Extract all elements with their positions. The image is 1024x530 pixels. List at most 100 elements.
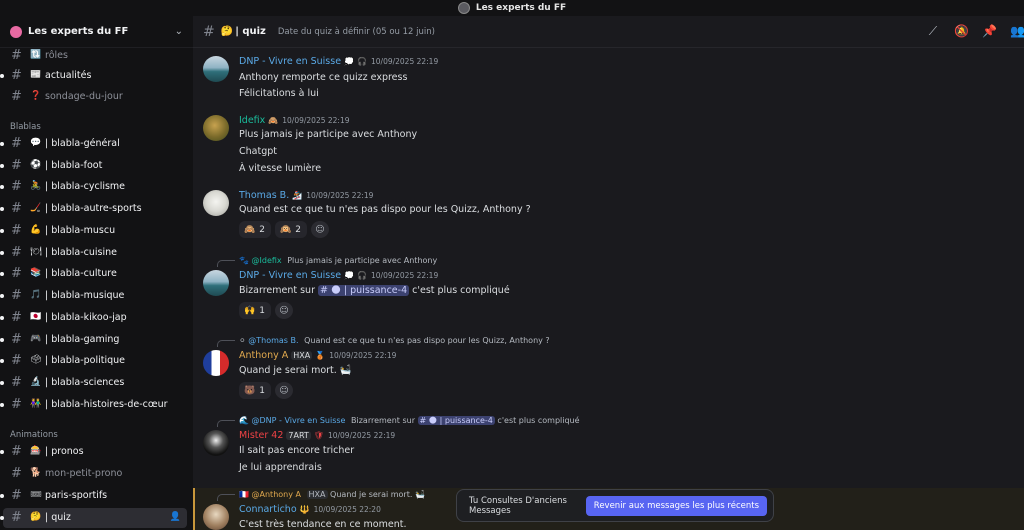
channel-quiz[interactable]: # 🤔 | quiz 👤 xyxy=(0,508,187,528)
reply-connector xyxy=(217,420,235,427)
hash-icon: # xyxy=(11,510,22,525)
channel-sondage-du-jour[interactable]: # ❓ sondage-du-jour xyxy=(0,87,193,107)
channel-label: actualités xyxy=(45,70,92,81)
reaction-bar: 🙌 1 ☺ xyxy=(239,302,293,319)
reaction-button[interactable]: 🙈 2 xyxy=(239,221,271,238)
channel-blabla-musique[interactable]: # 🎵 | blabla-musique xyxy=(0,286,193,306)
reply-text: Plus jamais je participe avec Anthony xyxy=(287,256,438,265)
channel-blabla-kikoo-jap[interactable]: # 🇯🇵 | blabla-kikoo-jap xyxy=(0,308,193,328)
hash-icon: # xyxy=(11,89,22,104)
unread-dot xyxy=(0,516,4,520)
avatar[interactable] xyxy=(203,504,229,530)
author-badge: 🔱 xyxy=(299,505,310,514)
channel-mention[interactable]: # 🌑 | puissance-4 xyxy=(318,285,410,296)
channel-blabla-culture[interactable]: # 📚 | blabla-culture xyxy=(0,264,193,284)
medal-icon: 🥉 xyxy=(315,351,326,360)
category-blablas[interactable]: Blablas xyxy=(10,122,41,132)
avatar[interactable] xyxy=(203,430,229,456)
reaction-count: 1 xyxy=(259,305,265,316)
notifications-muted-icon[interactable]: 🔕 xyxy=(954,24,969,39)
hash-icon: # xyxy=(11,158,22,173)
hash-icon: # xyxy=(11,488,22,503)
status-icon: 🎧 xyxy=(357,57,367,66)
hash-icon: # xyxy=(11,136,22,151)
server-name: Les experts du FF xyxy=(28,26,129,37)
add-reaction-icon[interactable]: ☺ xyxy=(275,302,293,319)
reply-text: Quand est ce que tu n'es pas dispo pour … xyxy=(304,336,550,345)
reply-avatar-icon: ⚪ xyxy=(239,336,246,345)
channel-emoji: 🏒 xyxy=(30,203,42,213)
threads-icon[interactable]: ⟋ xyxy=(926,24,940,39)
channel-blabla-muscu[interactable]: # 💪 | blabla-muscu xyxy=(0,221,193,241)
hash-icon: # xyxy=(11,397,22,412)
reaction-button[interactable]: 🐻 1 xyxy=(239,382,271,399)
avatar[interactable] xyxy=(203,56,229,82)
avatar[interactable] xyxy=(203,350,229,376)
author-name[interactable]: DNP - Vivre en Suisse xyxy=(239,270,341,281)
channel-blabla-foot[interactable]: # ⚽ | blabla-foot xyxy=(0,156,193,176)
avatar[interactable] xyxy=(203,190,229,216)
reaction-emoji: 🙉 xyxy=(280,224,292,235)
channel-emoji: 🤔 xyxy=(220,26,234,37)
channel-paris-sportifs[interactable]: # 🎟 paris-sportifs xyxy=(0,486,193,506)
channel-pronos[interactable]: # 🎰 | pronos xyxy=(0,442,193,462)
author-name[interactable]: DNP - Vivre en Suisse xyxy=(239,56,341,67)
channel-blabla-autre-sports[interactable]: # 🏒 | blabla-autre-sports xyxy=(0,199,193,219)
add-member-icon[interactable]: 👤 xyxy=(170,512,181,522)
author-badge: 💭 xyxy=(344,57,355,66)
reply-avatar-icon: 🌊 xyxy=(239,416,249,425)
hash-icon: # xyxy=(11,68,22,83)
reply-preview[interactable]: ⚪ @Thomas B. Quand est ce que tu n'es pa… xyxy=(239,336,550,345)
reply-preview[interactable]: 🇫🇷 @Anthony A HXA Quand je serai mort. 🛀 xyxy=(239,490,425,499)
add-reaction-icon[interactable]: ☺ xyxy=(311,221,329,238)
reaction-count: 2 xyxy=(295,224,301,235)
channel-blabla-politique[interactable]: # 🗳 | blabla-politique xyxy=(0,351,193,371)
server-logo-icon xyxy=(10,25,22,38)
server-header[interactable]: Les experts du FF ⌄ xyxy=(0,16,193,48)
channel-blabla-cuisine[interactable]: # 🍽 | blabla-cuisine xyxy=(0,243,193,263)
author-name[interactable]: Anthony A xyxy=(239,350,288,361)
reaction-button[interactable]: 🙉 2 xyxy=(275,221,307,238)
reaction-button[interactable]: 🙌 1 xyxy=(239,302,271,319)
author-name[interactable]: Mister 42 xyxy=(239,430,283,441)
channel-blabla-cyclisme[interactable]: # 🚴 | blabla-cyclisme xyxy=(0,177,193,197)
reply-preview[interactable]: 🐾 @Idefix Plus jamais je participe avec … xyxy=(239,256,437,265)
reply-preview[interactable]: 🌊 @DNP - Vivre en Suisse Bizarrement sur… xyxy=(239,416,580,425)
channel-label: | blabla-autre-sports xyxy=(45,203,142,214)
channel-mention[interactable]: # 🌑 | puissance-4 xyxy=(417,416,495,425)
channel-emoji: 🎵 xyxy=(30,290,42,300)
hash-icon: # xyxy=(11,466,22,481)
channel-emoji: 🔬 xyxy=(30,377,42,387)
channel-blabla-sciences[interactable]: # 🔬 | blabla-sciences xyxy=(0,373,193,393)
channel-actualites[interactable]: # 📰 actualités xyxy=(0,66,193,86)
author-name[interactable]: Idefix xyxy=(239,115,265,126)
pinned-icon[interactable]: 📌 xyxy=(982,24,997,39)
channel-blabla-gaming[interactable]: # 🎮 | blabla-gaming xyxy=(0,330,193,350)
reply-author: @Idefix xyxy=(251,256,282,265)
members-icon[interactable]: 👥 xyxy=(1010,24,1024,39)
channel-blabla-histoires-de-coeur[interactable]: # 👫 | blabla-histoires-de-cœur xyxy=(0,395,193,415)
guild-tag: 7ART xyxy=(286,431,311,440)
unread-dot xyxy=(0,74,4,78)
window-title: Les experts du FF xyxy=(475,3,567,13)
avatar[interactable] xyxy=(203,115,229,141)
channel-emoji: 🤔 xyxy=(30,512,42,522)
channel-roles[interactable]: # 🔃 rôles xyxy=(0,46,193,66)
hash-icon: # xyxy=(11,375,22,390)
jump-to-present-button[interactable]: Revenir aux messages les plus récents xyxy=(585,495,767,516)
author-name[interactable]: Connarticho xyxy=(239,504,297,515)
author-badge: 🏂 xyxy=(292,191,303,200)
channel-label: | blabla-histoires-de-cœur xyxy=(45,399,168,410)
chevron-down-icon[interactable]: ⌄ xyxy=(175,26,183,37)
channel-blabla-general[interactable]: # 💬 | blabla-général xyxy=(0,134,193,154)
channel-emoji: 🎮 xyxy=(30,334,42,344)
author-name[interactable]: Thomas B. xyxy=(239,190,289,201)
channel-mon-petit-prono[interactable]: # 🐕 mon-petit-prono xyxy=(0,464,193,484)
category-animations[interactable]: Animations xyxy=(10,430,58,440)
timestamp: 10/09/2025 22:19 xyxy=(282,116,350,125)
add-reaction-icon[interactable]: ☺ xyxy=(275,382,293,399)
timestamp: 10/09/2025 22:19 xyxy=(371,271,439,280)
channel-topic[interactable]: Date du quiz à définir (05 ou 12 juin) xyxy=(278,27,435,37)
message-line: Quand est ce que tu n'es pas dispo pour … xyxy=(239,204,531,215)
avatar[interactable] xyxy=(203,270,229,296)
